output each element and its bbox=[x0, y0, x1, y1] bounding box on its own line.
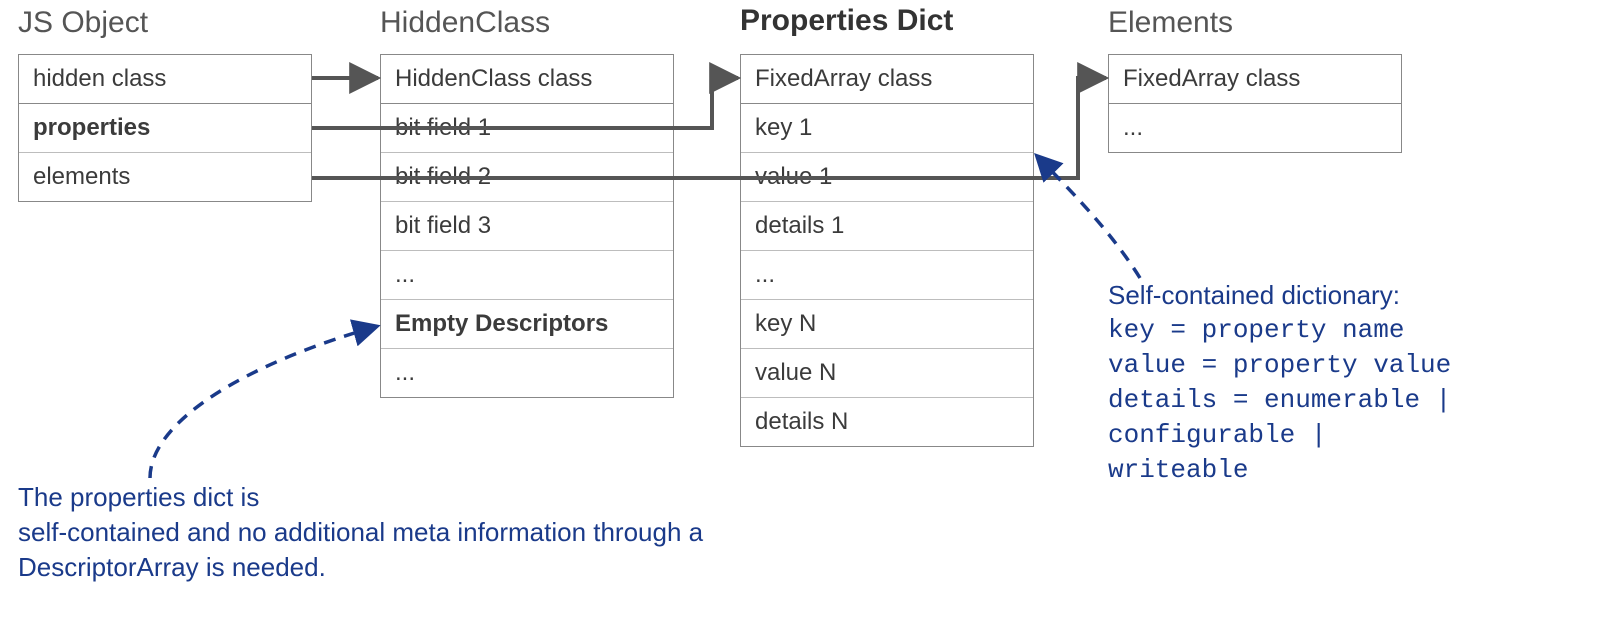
js-object-box: hidden class properties elements bbox=[18, 54, 312, 202]
table-row: details 1 bbox=[741, 202, 1033, 251]
title-properties-dict: Properties Dict bbox=[740, 4, 953, 38]
title-hidden-class: HiddenClass bbox=[380, 6, 550, 40]
table-row: value N bbox=[741, 349, 1033, 398]
table-row: key 1 bbox=[741, 104, 1033, 153]
table-row: elements bbox=[19, 153, 311, 201]
table-row: value 1 bbox=[741, 153, 1033, 202]
table-row: ... bbox=[741, 251, 1033, 300]
annotation-line: The properties dict is bbox=[18, 480, 718, 515]
annotation-line: details = enumerable | bbox=[1108, 383, 1598, 418]
annotation-line: value = property value bbox=[1108, 348, 1598, 383]
table-row: bit field 1 bbox=[381, 104, 673, 153]
table-row: HiddenClass class bbox=[381, 55, 673, 104]
title-elements: Elements bbox=[1108, 6, 1233, 40]
table-row: bit field 3 bbox=[381, 202, 673, 251]
table-row: hidden class bbox=[19, 55, 311, 104]
elements-box: FixedArray class ... bbox=[1108, 54, 1402, 153]
annotation-left: The properties dict is self-contained an… bbox=[18, 480, 718, 585]
annotation-line: self-contained and no additional meta in… bbox=[18, 515, 718, 585]
table-row: bit field 2 bbox=[381, 153, 673, 202]
table-row: FixedArray class bbox=[1109, 55, 1401, 104]
annotation-line: configurable | bbox=[1108, 418, 1598, 453]
table-row: FixedArray class bbox=[741, 55, 1033, 104]
table-row: ... bbox=[381, 251, 673, 300]
title-js-object: JS Object bbox=[18, 6, 148, 40]
dashed-arrow-left bbox=[150, 326, 378, 478]
properties-dict-box: FixedArray class key 1 value 1 details 1… bbox=[740, 54, 1034, 447]
hidden-class-box: HiddenClass class bit field 1 bit field … bbox=[380, 54, 674, 398]
annotation-line: writeable bbox=[1108, 453, 1598, 488]
table-row: ... bbox=[381, 349, 673, 397]
table-row: properties bbox=[19, 104, 311, 153]
table-row: ... bbox=[1109, 104, 1401, 152]
annotation-right: Self-contained dictionary: key = propert… bbox=[1108, 278, 1598, 489]
table-row: details N bbox=[741, 398, 1033, 446]
annotation-line: key = property name bbox=[1108, 313, 1598, 348]
table-row: key N bbox=[741, 300, 1033, 349]
annotation-line: Self-contained dictionary: bbox=[1108, 278, 1598, 313]
dashed-arrow-right bbox=[1036, 155, 1140, 278]
table-row: Empty Descriptors bbox=[381, 300, 673, 349]
